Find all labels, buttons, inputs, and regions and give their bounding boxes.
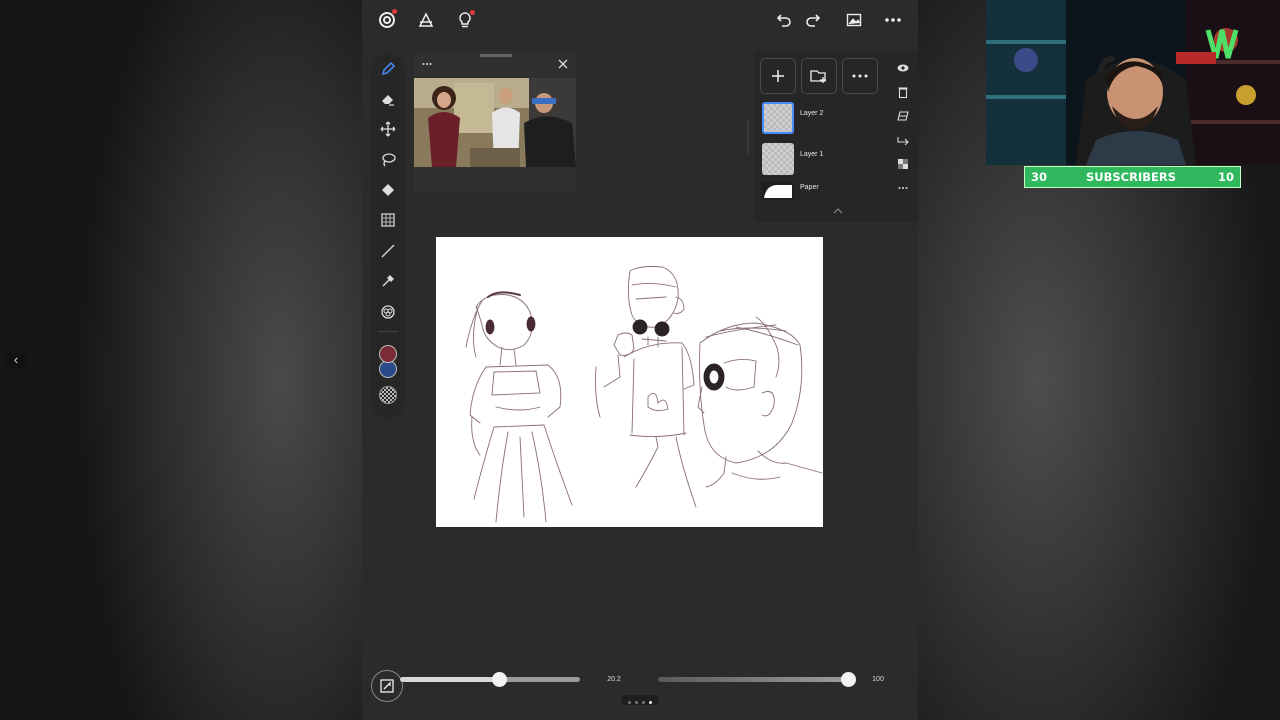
redo-icon[interactable] [802, 9, 824, 31]
eyedropper-icon[interactable] [378, 271, 398, 291]
lasso-icon[interactable] [378, 150, 398, 170]
more-options-icon[interactable] [420, 58, 434, 70]
brush-size-slider[interactable] [400, 677, 580, 682]
layer-thumbnail[interactable] [762, 143, 794, 175]
more-options-icon[interactable] [896, 182, 910, 194]
pen-tool-icon[interactable] [378, 59, 398, 79]
visibility-eye-icon[interactable] [896, 62, 910, 74]
subscriber-label: SUBSCRIBERS [1086, 170, 1177, 184]
image-icon[interactable] [843, 9, 865, 31]
move-icon[interactable] [378, 119, 398, 139]
layers-panel: Layer 2 Layer 1 Paper [754, 51, 918, 222]
tool-sidebar [371, 53, 405, 419]
lightbulb-icon[interactable] [454, 9, 476, 31]
more-options-icon[interactable] [881, 9, 905, 31]
drawing-canvas[interactable] [436, 237, 823, 527]
primary-color-swatch[interactable] [379, 345, 397, 363]
layer-thumbnail[interactable] [762, 102, 794, 134]
brush-size-slider-knob[interactable] [491, 672, 507, 687]
blurred-background-left: ‹ [0, 0, 362, 720]
layer-name[interactable]: Layer 2 [800, 110, 823, 117]
reference-window[interactable] [414, 51, 576, 192]
subscriber-goal: 10 [1217, 170, 1234, 184]
undo-icon[interactable] [773, 9, 795, 31]
opacity-slider-knob[interactable] [840, 672, 856, 687]
transform-grid-icon[interactable] [378, 210, 398, 230]
close-icon[interactable] [556, 57, 570, 71]
opacity-value: 100 [872, 676, 884, 683]
layer-stack-icon[interactable] [896, 109, 910, 123]
trash-icon[interactable] [896, 85, 910, 99]
opacity-slider[interactable] [658, 677, 848, 682]
line-icon[interactable] [378, 241, 398, 261]
subscriber-count: 30 [1031, 170, 1048, 184]
subscriber-goal-bar: 30 SUBSCRIBERS 10 [1024, 166, 1241, 188]
texture-swatch[interactable] [379, 386, 397, 404]
add-layer-button[interactable] [760, 58, 796, 94]
sketch-figure-middle [595, 266, 697, 508]
layer-options-button[interactable] [842, 58, 878, 94]
reference-photo [414, 78, 576, 167]
clipping-mask-icon[interactable] [896, 133, 910, 147]
chevron-left-icon[interactable]: ‹ [6, 350, 26, 370]
sketch-figure-right [697, 316, 823, 488]
add-folder-button[interactable] [801, 58, 837, 94]
paper-thumbnail[interactable] [762, 182, 794, 200]
eraser-icon[interactable] [378, 89, 398, 109]
sketch-figure-left [465, 291, 573, 523]
blend-icon[interactable] [378, 302, 398, 322]
drag-handle[interactable] [480, 54, 512, 57]
layer-name[interactable]: Paper [800, 184, 819, 191]
quick-shape-icon[interactable] [371, 670, 403, 702]
chevron-up-icon[interactable] [833, 206, 843, 216]
gallery-icon[interactable] [415, 9, 437, 31]
panel-resize-handle[interactable] [747, 120, 749, 154]
divider [378, 331, 398, 332]
drawing-app: Layer 2 Layer 1 Paper 20.2 100 [362, 0, 918, 720]
alpha-lock-icon[interactable] [896, 157, 910, 171]
fill-icon[interactable] [378, 180, 398, 200]
brush-size-value: 20.2 [607, 676, 621, 683]
page-indicator[interactable] [621, 695, 659, 705]
webcam-overlay [986, 0, 1280, 165]
app-logo-icon[interactable] [376, 9, 398, 31]
layer-name[interactable]: Layer 1 [800, 151, 823, 158]
